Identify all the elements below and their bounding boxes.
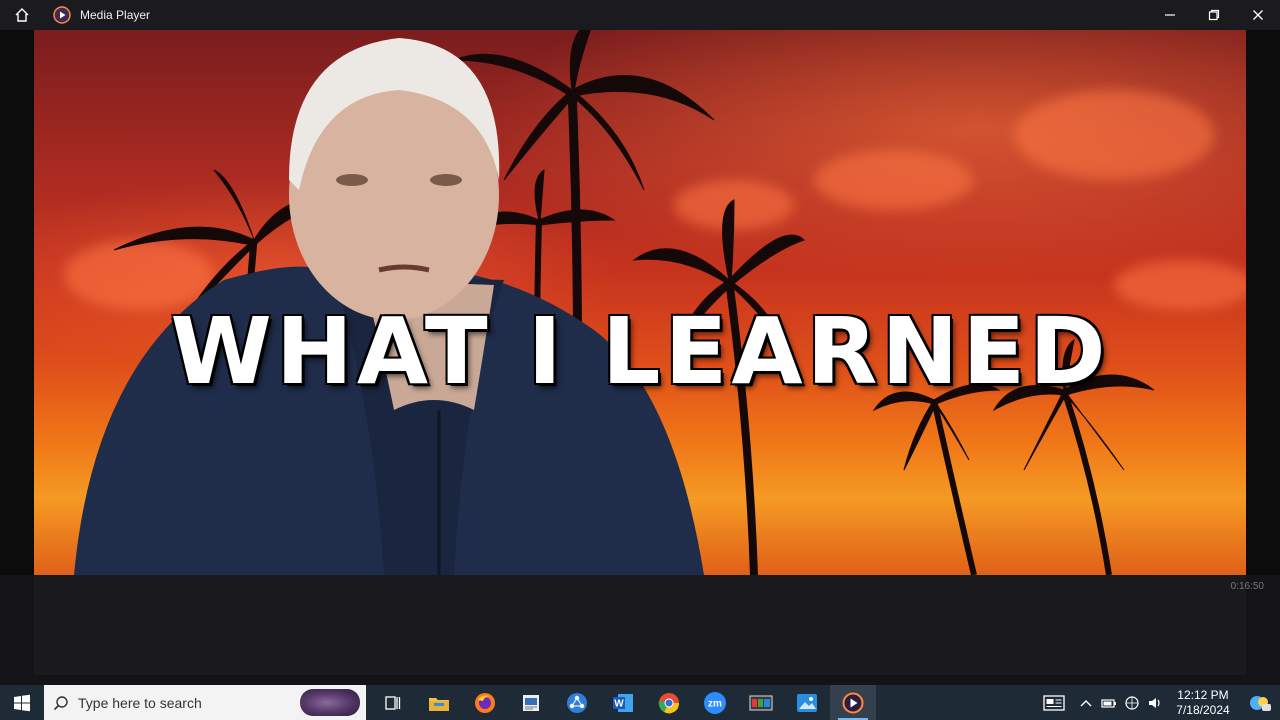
search-highlight-image[interactable] [300,689,360,716]
firefox-icon[interactable] [462,685,508,720]
player-controls-area[interactable]: 0:16:50 [0,575,1280,685]
controls-panel [34,575,1246,675]
chrome-like-icon[interactable] [646,685,692,720]
taskbar: Type here to search W zm 12:12 PM 7/18/2… [0,685,1280,720]
close-icon [1253,10,1263,20]
clock[interactable]: 12:12 PM 7/18/2024 [1166,685,1240,720]
video-area[interactable]: WHAT I LEARNED [0,30,1280,575]
maximize-button[interactable] [1192,0,1236,30]
video-caption: WHAT I LEARNED [170,298,1110,405]
start-button[interactable] [0,685,44,720]
clock-date: 7/18/2024 [1176,702,1230,717]
video-frame[interactable]: WHAT I LEARNED [34,30,1246,575]
news-widget-icon[interactable] [1034,685,1074,720]
word-icon[interactable]: W [600,685,646,720]
close-button[interactable] [1236,0,1280,30]
wallet-icon[interactable] [738,685,784,720]
notification-icon[interactable] [1240,685,1280,720]
battery-icon[interactable] [1098,685,1120,720]
task-view-icon[interactable] [370,685,416,720]
minimize-button[interactable] [1148,0,1192,30]
media-player-taskbar-icon[interactable] [830,685,876,720]
volume-icon[interactable] [1144,685,1166,720]
media-player-icon [842,692,864,713]
title-bar: Media Player [0,0,1280,30]
playback-timestamp: 0:16:50 [1230,581,1264,592]
notepad-icon[interactable] [508,685,554,720]
minimize-icon [1165,14,1175,16]
home-icon[interactable] [0,0,44,30]
clock-time: 12:12 PM [1177,687,1229,702]
zoom-label: zm [708,698,722,709]
taskbar-search[interactable]: Type here to search [44,685,366,720]
media-player-icon [52,5,72,25]
search-icon [44,695,78,711]
network-app-icon[interactable] [554,685,600,720]
word-label: W [614,698,624,709]
window-title: Media Player [80,8,151,22]
maximize-icon [1208,9,1220,21]
file-explorer-icon[interactable] [416,685,462,720]
chevron-up-icon[interactable] [1074,685,1098,720]
network-icon[interactable] [1120,685,1144,720]
system-tray: 12:12 PM 7/18/2024 [1034,685,1280,720]
zoom-icon[interactable]: zm [692,685,738,720]
search-placeholder: Type here to search [78,694,202,711]
windows-icon [14,694,30,711]
photos-icon[interactable] [784,685,830,720]
